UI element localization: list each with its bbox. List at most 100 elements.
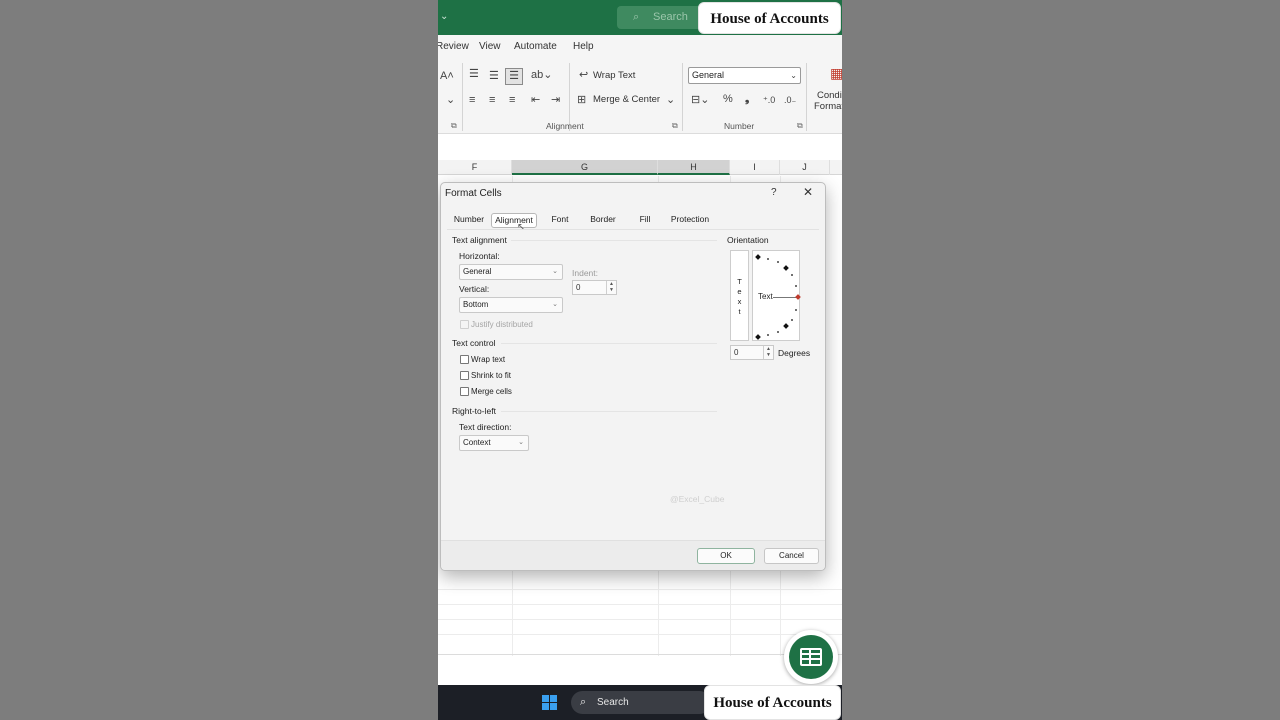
merge-cells-checkbox[interactable] [460, 387, 469, 396]
decrease-decimal-icon[interactable]: .0₋ [784, 94, 796, 106]
indent-stepper[interactable]: 0 ▲ ▼ [572, 280, 617, 295]
orientation-handle[interactable] [795, 294, 801, 300]
align-left-icon[interactable]: ≡ [469, 94, 475, 106]
right-to-left-heading: Right-to-left [452, 406, 496, 416]
horizontal-select[interactable]: General ⌄ [459, 264, 563, 280]
gridline [438, 634, 842, 635]
ribbon-tabs: Review View Automate Help [438, 35, 842, 59]
column-header-i[interactable]: I [730, 160, 780, 175]
ribbon: A˄ ⌄ ⧉ ☰ ☰ ☰ ab⌄ ≡ ≡ ≡ ⇤ ⇥ ↩ Wrap Text ⊞… [438, 59, 842, 134]
increase-indent-icon[interactable]: ⇥ [551, 94, 560, 106]
dialog-footer: OK Cancel [441, 540, 825, 570]
orientation-dial-text: Text [758, 292, 773, 301]
orientation-dial[interactable]: Text [752, 250, 801, 341]
degrees-label: Degrees [778, 348, 811, 358]
chevron-down-icon: ⌄ [518, 439, 524, 446]
tab-protection[interactable]: Protection [669, 213, 711, 228]
tab-font[interactable]: Font [547, 213, 573, 228]
increase-font-icon[interactable]: A˄ [440, 70, 454, 82]
number-format-select[interactable]: General ⌄ [688, 67, 801, 84]
ok-button[interactable]: OK [697, 548, 755, 564]
justify-distributed-label: Justify distributed [471, 320, 533, 329]
wrap-text-icon[interactable]: ↩ [579, 69, 588, 81]
column-header-j[interactable]: J [780, 160, 830, 175]
comma-style-icon[interactable]: ❟ [745, 93, 749, 105]
text-alignment-heading: Text alignment [452, 235, 507, 245]
spin-up-icon[interactable]: ▲ ▼ [606, 281, 616, 294]
tab-view[interactable]: View [479, 41, 501, 52]
number-launcher-icon[interactable]: ⧉ [797, 121, 803, 131]
taskbar-search-placeholder: Search [597, 697, 629, 708]
conditional-formatting-icon[interactable]: ▦ [830, 66, 842, 80]
column-header-h[interactable]: H [658, 160, 730, 175]
horizontal-label: Horizontal: [459, 251, 500, 261]
sheet-bottom-rule [438, 654, 842, 655]
accounting-format-icon[interactable]: ⊟⌄ [691, 94, 709, 106]
column-header-f[interactable]: F [438, 160, 512, 175]
dial-marker [783, 265, 789, 271]
taskbar-search[interactable]: ⌕ Search [571, 691, 711, 714]
dial-dot [795, 309, 797, 311]
font-dropdown-icon[interactable]: ⌄ [446, 94, 455, 106]
column-header-g[interactable]: G [512, 160, 658, 175]
logo-line [802, 653, 820, 655]
percent-icon[interactable]: % [723, 93, 733, 105]
justify-distributed-checkbox[interactable] [460, 320, 469, 329]
degrees-stepper[interactable]: 0 ▲ ▼ [730, 345, 774, 360]
degrees-value: 0 [734, 348, 739, 357]
wrap-text-button[interactable]: Wrap Text [593, 70, 635, 81]
decrease-indent-icon[interactable]: ⇤ [531, 94, 540, 106]
alignment-launcher-icon[interactable]: ⧉ [672, 121, 678, 131]
search-icon: ⌕ [633, 11, 640, 23]
shrink-to-fit-label: Shrink to fit [471, 371, 512, 380]
align-top-icon[interactable]: ☰ [469, 68, 479, 80]
vertical-label: Vertical: [459, 284, 490, 294]
win-logo-square [550, 695, 557, 702]
vertical-value: Bottom [463, 300, 489, 309]
text-direction-select[interactable]: Context ⌄ [459, 435, 529, 451]
align-middle-icon[interactable]: ☰ [489, 70, 499, 82]
windows-start-icon[interactable] [542, 695, 558, 711]
number-group-label: Number [724, 121, 755, 131]
spin-up-icon[interactable]: ▲ ▼ [763, 346, 773, 359]
brand-watermark-bottom: House of Accounts [704, 685, 841, 720]
vertical-select[interactable]: Bottom ⌄ [459, 297, 563, 313]
vertical-text-toggle[interactable]: T e x t [730, 250, 749, 341]
chevron-down-icon[interactable]: ⌄ [440, 11, 448, 22]
tab-review[interactable]: Review [438, 41, 469, 52]
increase-decimal-icon[interactable]: ⁺.0 [763, 94, 775, 106]
shrink-to-fit-checkbox[interactable] [460, 371, 469, 380]
orientation-needle [773, 297, 797, 298]
tab-help[interactable]: Help [573, 41, 594, 52]
logo-line [809, 650, 811, 664]
align-center-icon[interactable]: ≡ [489, 94, 495, 106]
merge-dropdown-icon[interactable]: ⌄ [666, 94, 675, 106]
conditional-formatting-label-1[interactable]: Condi [817, 90, 842, 101]
align-bottom-icon[interactable]: ☰ [505, 68, 523, 85]
merge-center-icon[interactable]: ⊞ [577, 94, 586, 106]
tab-divider [447, 229, 819, 230]
conditional-formatting-label-2[interactable]: Format [814, 101, 842, 112]
orientation-icon[interactable]: ab⌄ [531, 69, 552, 81]
title-search-box[interactable]: ⌕ Search [617, 6, 707, 29]
wrap-text-checkbox[interactable] [460, 355, 469, 364]
tab-number[interactable]: Number [449, 213, 489, 228]
brand-watermark-top: House of Accounts [698, 2, 841, 34]
close-button[interactable]: ✕ [803, 185, 813, 199]
dialog-title: Format Cells [445, 188, 502, 199]
tab-border[interactable]: Border [587, 213, 619, 228]
horizontal-value: General [463, 267, 492, 276]
font-launcher-icon[interactable]: ⧉ [451, 121, 457, 131]
cancel-button[interactable]: Cancel [764, 548, 819, 564]
align-right-icon[interactable]: ≡ [509, 94, 515, 106]
tab-fill[interactable]: Fill [637, 213, 653, 228]
dial-dot [791, 319, 793, 321]
help-button[interactable]: ? [771, 187, 777, 198]
merge-center-button[interactable]: Merge & Center [593, 94, 660, 105]
gridline [438, 619, 842, 620]
excel-logo-badge [789, 635, 833, 679]
tab-automate[interactable]: Automate [514, 41, 557, 52]
tab-alignment[interactable]: Alignment [491, 213, 537, 228]
dial-dot [767, 334, 769, 336]
text-direction-value: Context [463, 438, 491, 447]
